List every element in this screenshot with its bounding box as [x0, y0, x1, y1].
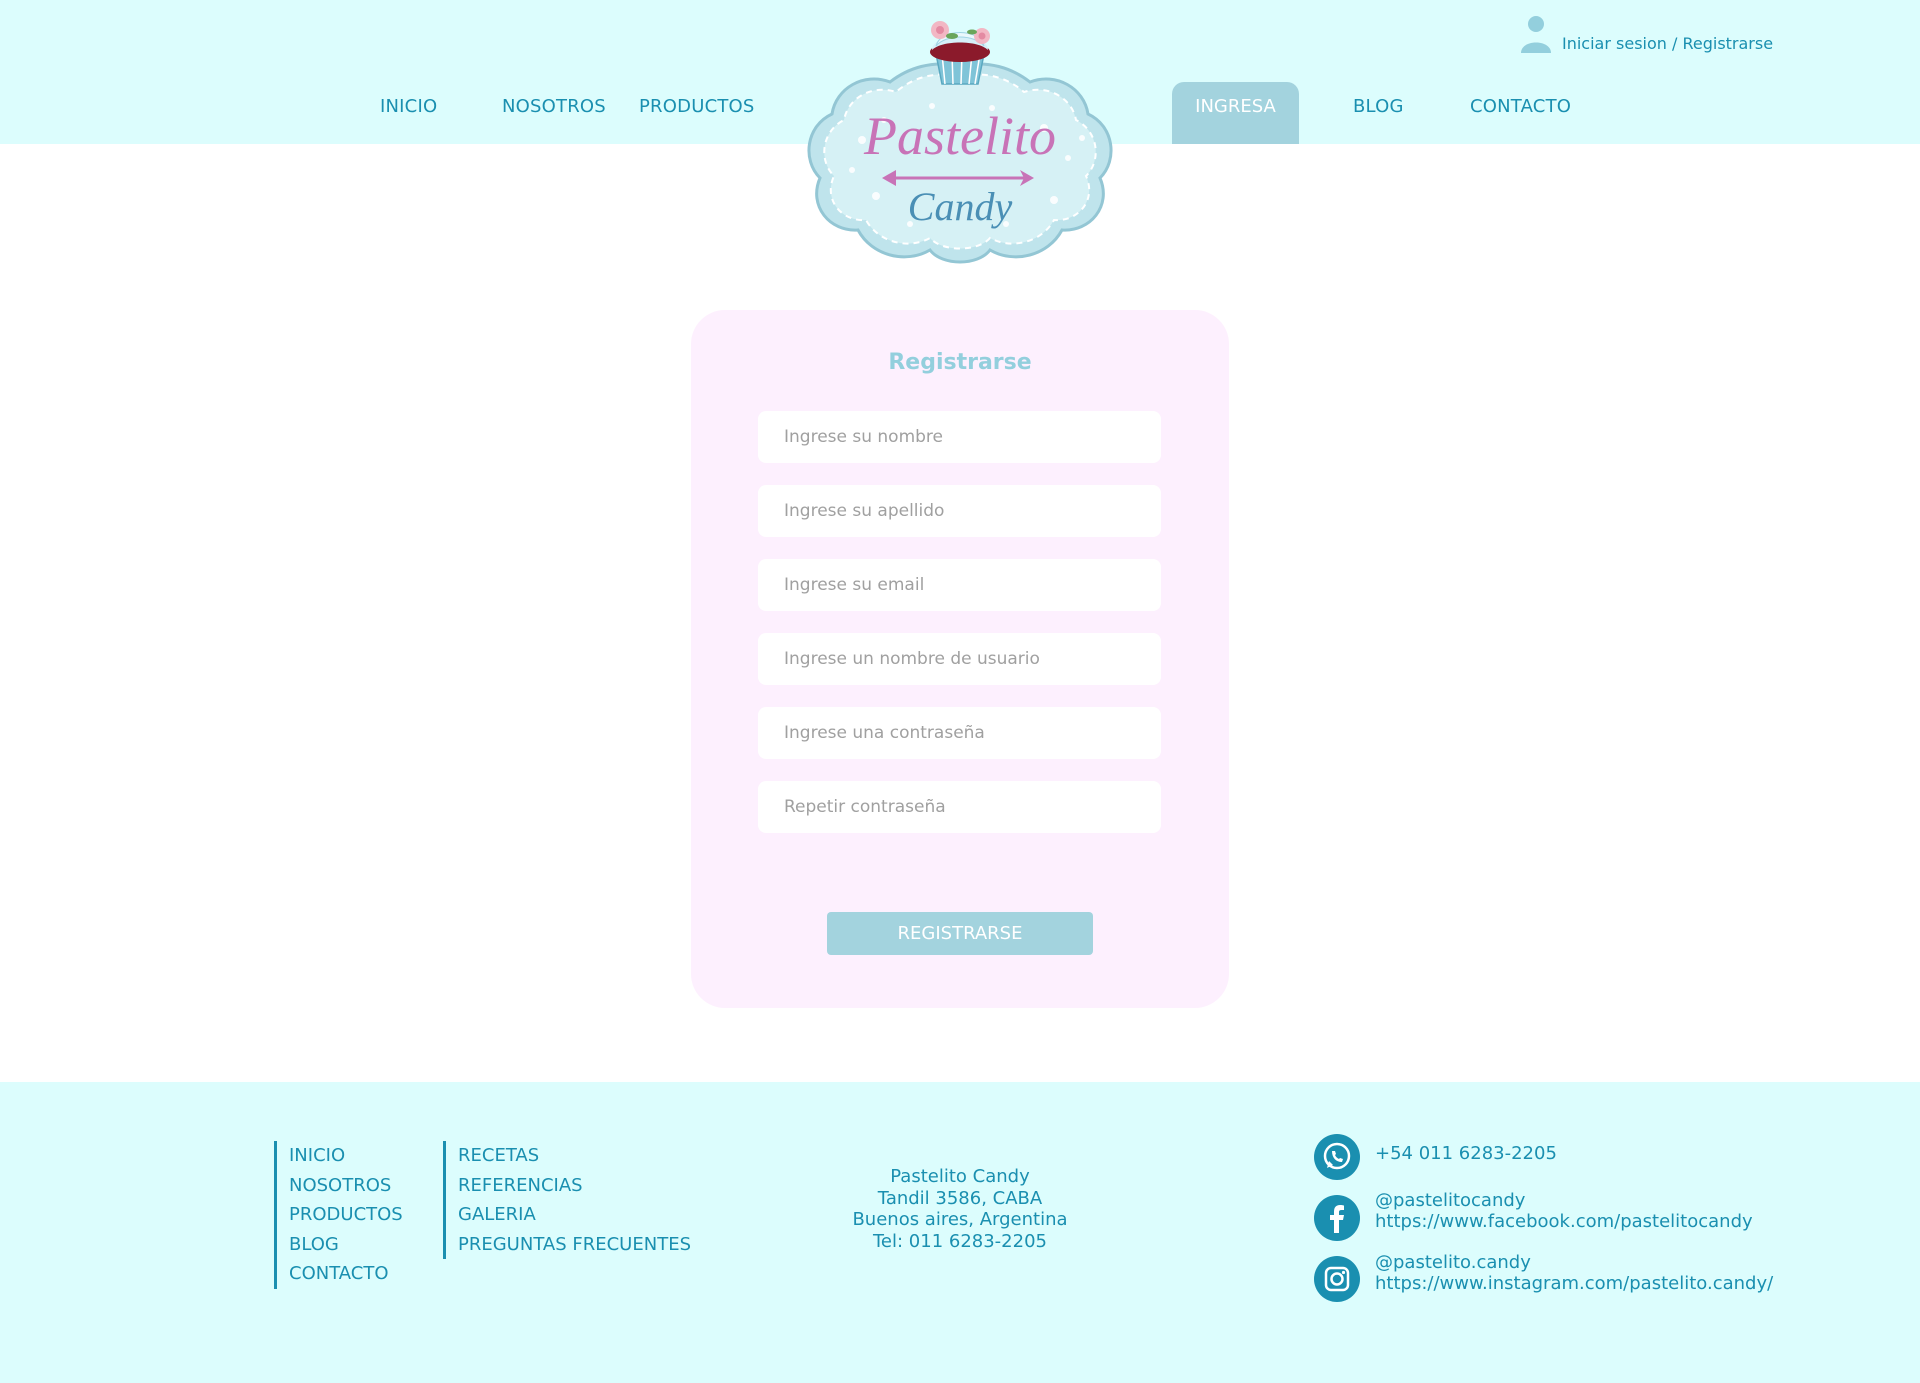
footer-link-referencias[interactable]: REFERENCIAS — [458, 1171, 691, 1201]
facebook-icon[interactable] — [1314, 1195, 1360, 1241]
instagram-icon[interactable] — [1314, 1256, 1360, 1302]
email-input[interactable] — [758, 559, 1161, 611]
nav-ingresa[interactable]: INGRESA — [1172, 82, 1299, 144]
footer-link-recetas[interactable]: RECETAS — [458, 1141, 691, 1171]
nav-contacto[interactable]: CONTACTO — [1470, 96, 1571, 117]
footer-address: Pastelito Candy Tandil 3586, CABA Buenos… — [840, 1166, 1080, 1252]
footer-link-preguntas[interactable]: PREGUNTAS FRECUENTES — [458, 1230, 691, 1260]
facebook-handle: @pastelitocandy — [1375, 1190, 1526, 1211]
footer-link-inicio[interactable]: INICIO — [289, 1141, 403, 1171]
login-register-label: Iniciar sesion / Registrarse — [1562, 34, 1774, 53]
footer-nav-main: INICIO NOSOTROS PRODUCTOS BLOG CONTACTO — [274, 1141, 403, 1289]
register-button[interactable]: REGISTRARSE — [827, 912, 1093, 955]
footer-link-productos[interactable]: PRODUCTOS — [289, 1200, 403, 1230]
user-icon — [1521, 16, 1551, 53]
first-name-input[interactable] — [758, 411, 1161, 463]
nav-productos[interactable]: PRODUCTOS — [639, 96, 755, 117]
logo-word-candy: Candy — [908, 184, 1013, 229]
nav-inicio[interactable]: INICIO — [380, 96, 437, 117]
register-card: Registrarse REGISTRARSE — [691, 310, 1229, 1008]
footer-link-contacto[interactable]: CONTACTO — [289, 1259, 403, 1289]
whatsapp-contact: +54 011 6283-2205 — [1375, 1143, 1557, 1164]
nav-nosotros[interactable]: NOSOTROS — [502, 96, 606, 117]
whatsapp-number: +54 011 6283-2205 — [1375, 1143, 1557, 1164]
footer-link-nosotros[interactable]: NOSOTROS — [289, 1171, 403, 1201]
nav-blog[interactable]: BLOG — [1353, 96, 1404, 117]
footer-link-blog[interactable]: BLOG — [289, 1230, 403, 1260]
instagram-url[interactable]: https://www.instagram.com/pastelito.cand… — [1375, 1273, 1773, 1294]
last-name-input[interactable] — [758, 485, 1161, 537]
nav-ingresa-label: INGRESA — [1195, 96, 1276, 117]
address-phone: Tel: 011 6283-2205 — [873, 1230, 1047, 1252]
pastelito-candy-logo[interactable]: Pastelito Candy — [792, 10, 1128, 272]
whatsapp-icon[interactable] — [1314, 1134, 1360, 1180]
address-city: Buenos aires, Argentina — [852, 1209, 1068, 1230]
username-input[interactable] — [758, 633, 1161, 685]
facebook-contact: @pastelitocandy https://www.facebook.com… — [1375, 1190, 1753, 1232]
address-street: Tandil 3586, CABA — [877, 1187, 1043, 1209]
logo-word-pastelito: Pastelito — [863, 106, 1056, 166]
footer: INICIO NOSOTROS PRODUCTOS BLOG CONTACTO … — [0, 1082, 1920, 1383]
facebook-url[interactable]: https://www.facebook.com/pastelitocandy — [1375, 1211, 1753, 1232]
instagram-handle: @pastelito.candy — [1375, 1252, 1531, 1273]
instagram-contact: @pastelito.candy https://www.instagram.c… — [1375, 1252, 1773, 1294]
password-input[interactable] — [758, 707, 1161, 759]
footer-link-galeria[interactable]: GALERIA — [458, 1200, 691, 1230]
repeat-password-input[interactable] — [758, 781, 1161, 833]
address-company: Pastelito Candy — [890, 1166, 1030, 1187]
register-title: Registrarse — [888, 350, 1032, 375]
footer-nav-secondary: RECETAS REFERENCIAS GALERIA PREGUNTAS FR… — [443, 1141, 691, 1259]
